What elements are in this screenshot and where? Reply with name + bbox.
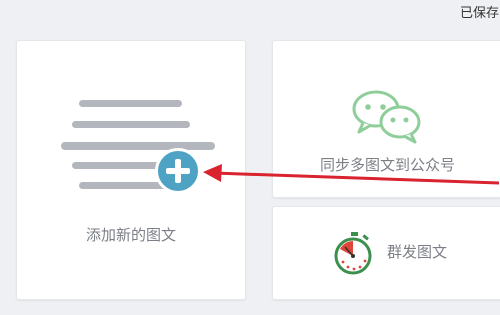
wechat-icon (352, 90, 421, 144)
add-new-article-label: 添加新的图文 (85, 226, 176, 244)
sync-articles-label: 同步多图文到公众号 (319, 156, 455, 174)
mass-send-card[interactable]: 群发图文 (272, 206, 500, 300)
stopwatch-icon (334, 232, 372, 275)
saved-status-text: 已保存 (460, 6, 500, 20)
add-new-article-card[interactable]: 添加新的图文 (16, 40, 246, 300)
mass-send-label: 群发图文 (387, 243, 448, 261)
add-icon[interactable] (155, 148, 201, 194)
sync-articles-card[interactable]: 同步多图文到公众号 (272, 40, 500, 198)
